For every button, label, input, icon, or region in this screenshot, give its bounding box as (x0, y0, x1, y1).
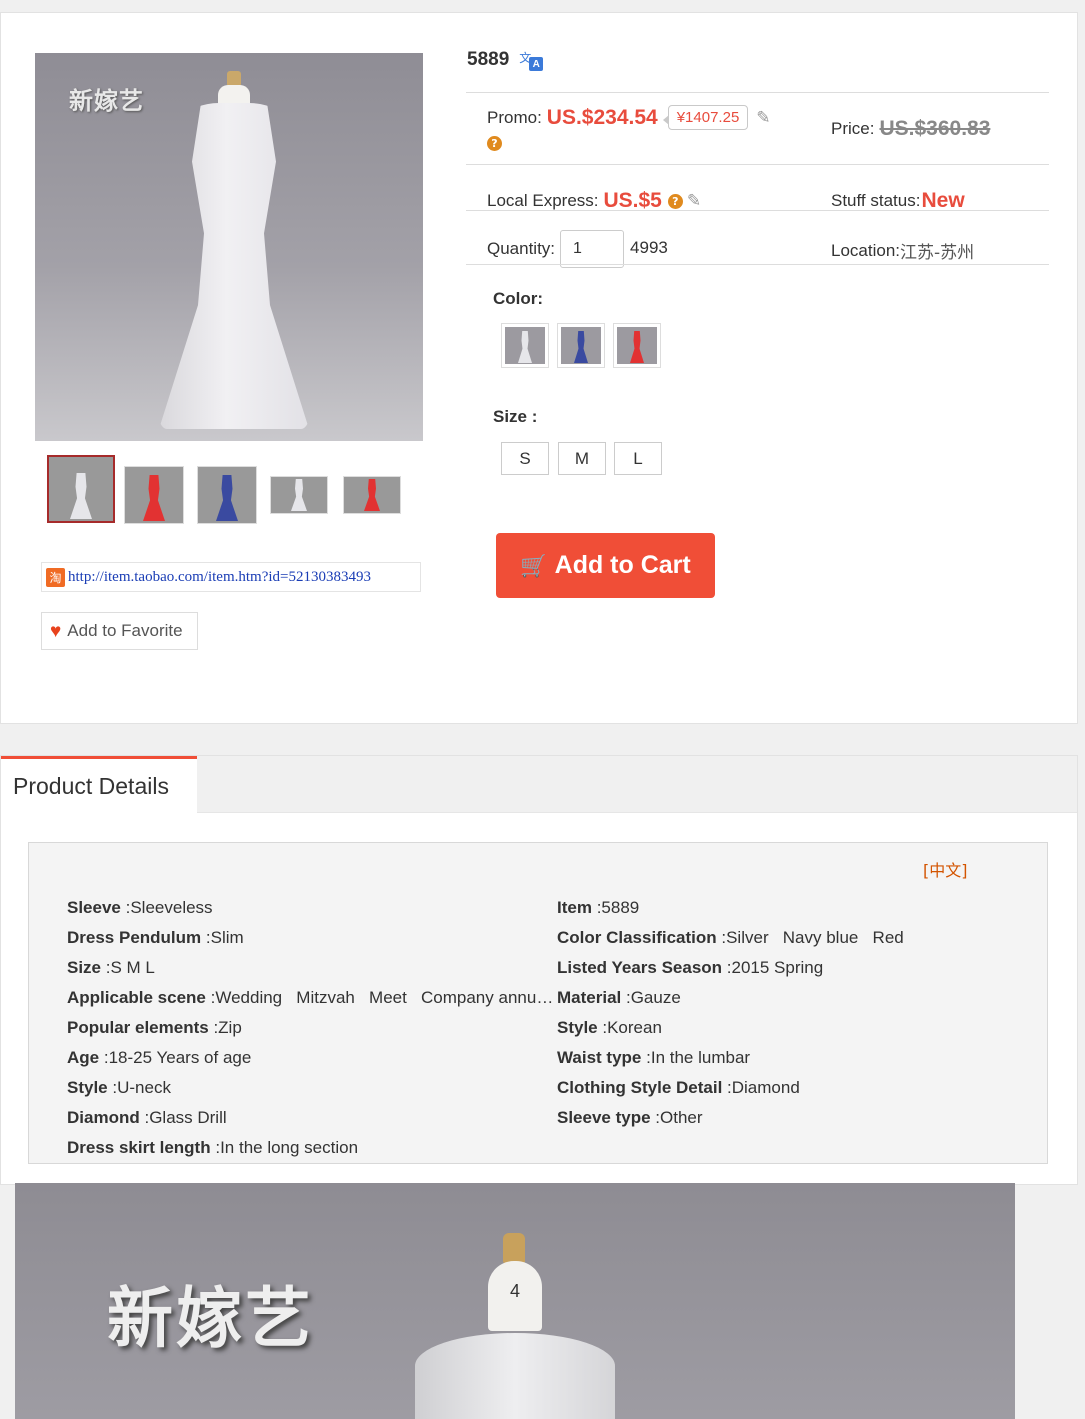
tab-product-details[interactable]: Product Details (1, 756, 197, 814)
thumbnail-1[interactable] (47, 455, 115, 523)
product-id: 5889 (467, 49, 510, 70)
status-label: Stuff status: (831, 191, 921, 210)
dress-figure (159, 71, 309, 431)
size-label: Size : (493, 407, 538, 426)
color-swatch-navy-blue[interactable] (557, 323, 605, 368)
divider (466, 164, 1049, 165)
thumbnail-2[interactable] (124, 466, 184, 524)
attribute-row: Size :S M L (67, 958, 155, 977)
promo-price-row: Promo: US.$234.54 ¥1407.25 ✎ (487, 105, 771, 130)
attribute-row: Sleeve type :Other (557, 1108, 703, 1127)
thumbnail-dress (70, 473, 92, 519)
source-link[interactable]: http://item.taobao.com/item.htm?id=52130… (68, 569, 371, 586)
thumbnail-dress (143, 475, 165, 521)
stock-count: 4993 (630, 238, 668, 257)
divider (466, 210, 1049, 211)
size-option-s[interactable]: S (501, 442, 549, 475)
color-swatch-silver[interactable] (501, 323, 549, 368)
attribute-row: Popular elements :Zip (67, 1018, 242, 1037)
edit-pencil-icon[interactable]: ✎ (756, 108, 770, 128)
attribute-row: Age :18-25 Years of age (67, 1048, 252, 1067)
help-icon[interactable]: ? (487, 136, 502, 151)
size-option-l[interactable]: L (614, 442, 662, 475)
quantity-label: Quantity: (487, 239, 556, 258)
cart-icon: 🛒 (520, 552, 548, 578)
chinese-language-link[interactable]: [中文] (923, 857, 968, 881)
add-to-favorite-label: Add to Favorite (67, 621, 183, 640)
edit-pencil-icon[interactable]: ✎ (687, 191, 701, 211)
color-label: Color: (493, 289, 544, 308)
promo-label: Promo: (487, 107, 542, 127)
attribute-row: Material :Gauze (557, 988, 681, 1007)
thumbnail-3[interactable] (197, 466, 257, 524)
attribute-row: Dress Pendulum :Slim (67, 928, 244, 947)
thumbnail-strip (47, 455, 417, 524)
taobao-icon: 淘 (46, 567, 65, 587)
attribute-row: Waist type :In the lumbar (557, 1048, 751, 1067)
express-label: Local Express: (487, 191, 599, 210)
attribute-row: Dress skirt length :In the long section (67, 1138, 359, 1157)
thumbnail-dress (291, 479, 307, 511)
add-to-cart-label: Add to Cart (554, 551, 691, 579)
add-to-favorite-button[interactable]: ♥ Add to Favorite (41, 612, 198, 650)
divider (466, 92, 1049, 93)
original-price: US.$360.83 (879, 117, 991, 140)
description-image: 新嫁艺 4 (15, 1183, 1015, 1419)
quantity-input[interactable]: 1 (560, 230, 625, 268)
attribute-row: Diamond :Glass Drill (67, 1108, 227, 1127)
brand-watermark: 新嫁艺 (107, 1280, 314, 1357)
attribute-row: Clothing Style Detail :Diamond (557, 1078, 800, 1097)
help-icon[interactable]: ? (667, 193, 683, 209)
attribute-row: Item :5889 (557, 898, 640, 917)
source-link-box: 淘 http://item.taobao.com/item.htm?id=521… (41, 562, 421, 592)
location-value: 江苏-苏州 (900, 243, 975, 263)
location-label: Location: (831, 240, 900, 260)
mannequin-figure: 4 (415, 1233, 615, 1419)
attribute-row: Listed Years Season :2015 Spring (557, 958, 824, 977)
details-tab-bar: Product Details (1, 756, 1077, 814)
thumbnail-5[interactable] (343, 476, 401, 514)
cny-price-badge: ¥1407.25 (662, 105, 749, 130)
heart-icon: ♥ (50, 620, 62, 642)
thumbnail-dress (216, 475, 238, 521)
translate-icon[interactable]: 文 A (519, 49, 544, 71)
attributes-box: [中文] Sleeve :Sleeveless Dress Pendulum :… (28, 842, 1048, 1164)
attribute-row: Applicable scene :Wedding Mitzvah Meet C… (67, 988, 557, 1007)
product-card: 新嫁艺 淘 http://item.taobao.com/item.htm?id… (0, 12, 1078, 724)
size-option-m[interactable]: M (558, 442, 606, 475)
brand-watermark: 新嫁艺 (69, 87, 144, 115)
price-label: Price: (831, 119, 875, 138)
main-product-image[interactable]: 新嫁艺 (35, 53, 423, 441)
product-details-section: Product Details [中文] Sleeve :Sleeveless … (0, 755, 1078, 1185)
attribute-row: Color Classification :Silver Navy blue R… (557, 928, 904, 947)
promo-price: US.$234.54 (546, 105, 658, 129)
location-row: Location: 江苏-苏州 (831, 238, 975, 264)
product-title-row: 5889 文 A (467, 49, 544, 71)
attribute-row: Sleeve :Sleeveless (67, 898, 213, 917)
add-to-cart-button[interactable]: 🛒 Add to Cart (496, 533, 715, 598)
color-swatch-red[interactable] (613, 323, 661, 368)
divider (466, 264, 1049, 265)
original-price-row: Price: US.$360.83 (831, 117, 990, 141)
attribute-row: Style :U-neck (67, 1078, 171, 1097)
thumbnail-4[interactable] (270, 476, 328, 514)
quantity-row: Quantity: 1 4993 (487, 230, 668, 268)
thumbnail-dress (364, 479, 380, 511)
attribute-row: Style :Korean (557, 1018, 662, 1037)
